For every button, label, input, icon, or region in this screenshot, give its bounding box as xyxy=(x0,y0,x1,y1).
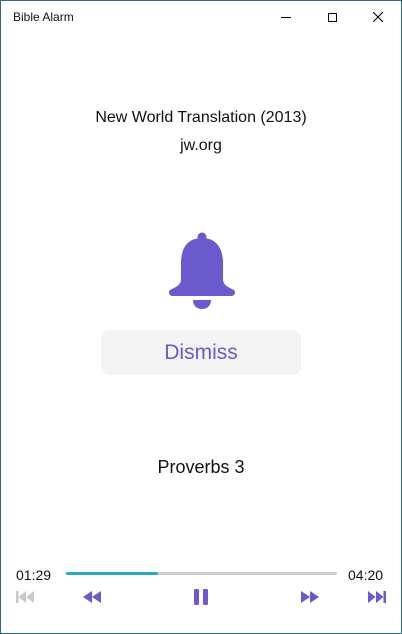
duration-time: 04:20 xyxy=(348,567,384,583)
title-bar[interactable]: Bible Alarm xyxy=(1,1,401,33)
source-site: jw.org xyxy=(180,137,222,154)
progress-slider[interactable] xyxy=(66,572,337,575)
pause-button[interactable] xyxy=(189,587,213,607)
pause-icon xyxy=(194,589,208,605)
previous-track-button[interactable] xyxy=(13,587,37,607)
close-icon xyxy=(373,12,383,22)
current-time: 01:29 xyxy=(16,567,52,583)
rewind-icon xyxy=(83,591,101,603)
fast-forward-button[interactable] xyxy=(298,587,322,607)
app-window: Bible Alarm New World Translation (2013)… xyxy=(0,0,402,634)
skip-next-icon xyxy=(368,591,386,603)
reading-title: Proverbs 3 xyxy=(157,457,245,477)
maximize-button[interactable] xyxy=(309,1,355,33)
next-track-button[interactable] xyxy=(365,587,389,607)
minimize-button[interactable] xyxy=(263,1,309,33)
app-title: Bible Alarm xyxy=(13,10,74,24)
maximize-icon xyxy=(327,12,337,22)
skip-previous-icon xyxy=(16,591,34,603)
rewind-button[interactable] xyxy=(80,587,104,607)
translation-name: New World Translation (2013) xyxy=(95,109,307,126)
close-button[interactable] xyxy=(355,1,401,33)
progress-fill xyxy=(66,572,159,575)
dismiss-button[interactable]: Dismiss xyxy=(101,330,301,375)
fast-forward-icon xyxy=(301,591,319,603)
bell-icon xyxy=(169,232,235,309)
minimize-icon xyxy=(281,16,291,18)
